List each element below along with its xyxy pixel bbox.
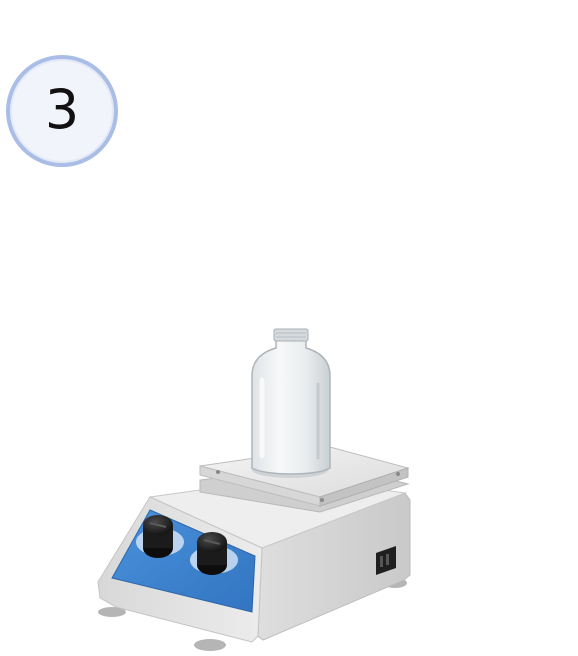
glass-bottle xyxy=(251,328,331,478)
stirrer-illustration xyxy=(97,328,411,651)
